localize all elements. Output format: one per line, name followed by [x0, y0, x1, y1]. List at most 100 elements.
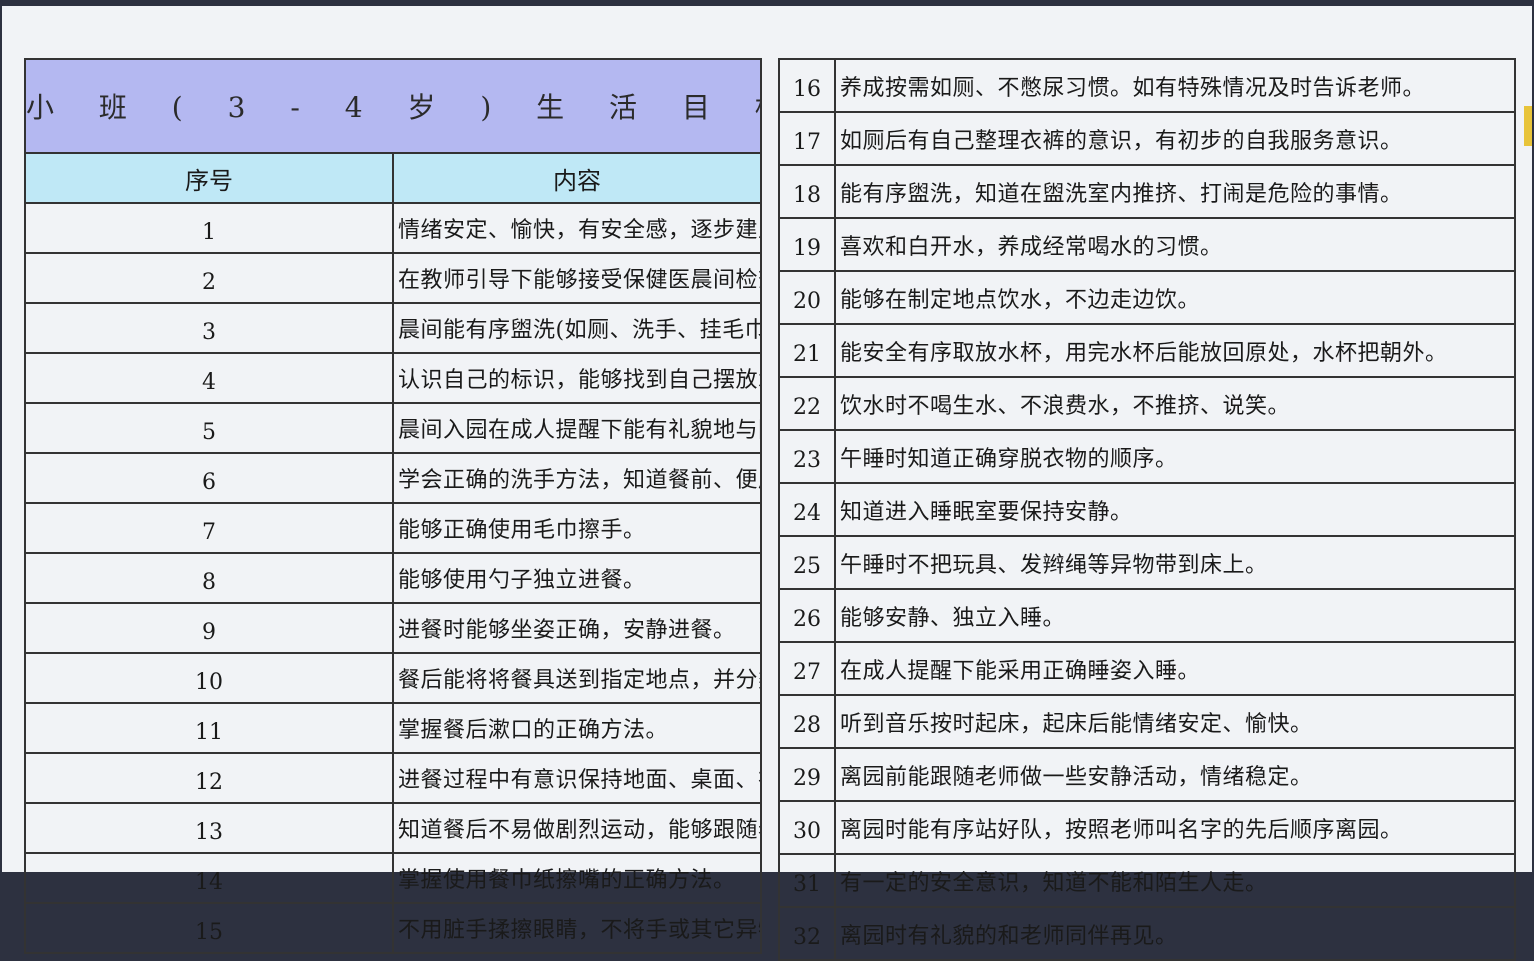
row-number: 4	[24, 352, 394, 404]
row-content: 能安全有序取放水杯，用完水杯后能放回原处，水杯把朝外。	[834, 323, 1516, 378]
right-goals-table: 16 养成按需如厕、不憋尿习惯。如有特殊情况及时告诉老师。 17 如厕后有自己整理衣裤…	[778, 58, 1516, 961]
row-number: 15	[24, 902, 394, 954]
row-content: 能有序盥洗，知道在盥洗室内推挤、打闹是危险的事情。	[834, 164, 1516, 219]
screen-edge-marker	[1524, 106, 1532, 146]
table-row: 17 如厕后有自己整理衣裤的意识，有初步的自我服务意识。	[778, 111, 1516, 166]
row-number: 23	[778, 429, 836, 484]
row-number: 18	[778, 164, 836, 219]
header-number: 序号	[24, 152, 394, 204]
table-row: 21 能安全有序取放水杯，用完水杯后能放回原处，水杯把朝外。	[778, 323, 1516, 378]
table-row: 5晨间入园在成人提醒下能有礼貌地与同伴、老师问好。	[24, 402, 762, 454]
table-row: 6学会正确的洗手方法，知道餐前、便后及手脏时要洗手。	[24, 452, 762, 504]
table-row: 29 离园前能跟随老师做一些安静活动，情绪稳定。	[778, 747, 1516, 802]
row-number: 16	[778, 58, 836, 113]
table-row: 19 喜欢和白开水，养成经常喝水的习惯。	[778, 217, 1516, 272]
row-content: 离园时能有序站好队，按照老师叫名字的先后顺序离园。	[834, 800, 1516, 855]
table-row: 20 能够在制定地点饮水，不边走边饮。	[778, 270, 1516, 325]
table-row: 25 午睡时不把玩具、发辫绳等异物带到床上。	[778, 535, 1516, 590]
row-number: 10	[24, 652, 394, 704]
row-content: 进餐过程中有意识保持地面、桌面、衣服整洁。	[392, 752, 762, 804]
row-content: 在教师引导下能够接受保健医晨间检查。	[392, 252, 762, 304]
row-content: 听到音乐按时起床，起床后能情绪安定、愉快。	[834, 694, 1516, 749]
row-content: 能够在制定地点饮水，不边走边饮。	[834, 270, 1516, 325]
row-content: 离园时有礼貌的和老师同伴再见。	[834, 906, 1516, 961]
header-content: 内容	[392, 152, 762, 204]
row-content: 能够正确使用毛巾擦手。	[392, 502, 762, 554]
table-row: 26 能够安静、独立入睡。	[778, 588, 1516, 643]
table-row: 2在教师引导下能够接受保健医晨间检查。	[24, 252, 762, 304]
left-goals-table: 小 班 ( 3 - 4 岁 ) 生 活 目 标 序号 内容 1 情绪安定、愉快，有…	[24, 58, 762, 954]
table-row: 24 知道进入睡眠室要保持安静。	[778, 482, 1516, 537]
table-row: 10餐后能将将餐具送到指定地点，并分类摆放。	[24, 652, 762, 704]
row-content: 学会正确的洗手方法，知道餐前、便后及手脏时要洗手。	[392, 452, 762, 504]
row-number: 26	[778, 588, 836, 643]
row-content: 晨间入园在成人提醒下能有礼貌地与同伴、老师问好。	[392, 402, 762, 454]
row-number: 31	[778, 853, 836, 908]
table-row: 14 掌握使用餐巾纸擦嘴的正确方法。	[24, 852, 762, 904]
table-title: 小 班 ( 3 - 4 岁 ) 生 活 目 标	[24, 58, 762, 154]
table-row: 13知道餐后不易做剧烈运动，能够跟随老师有序散步。	[24, 802, 762, 854]
row-number: 24	[778, 482, 836, 537]
row-number: 2	[24, 252, 394, 304]
row-content: 不用脏手揉擦眼睛，不将手或其它异物放入口鼻中。	[392, 902, 762, 954]
table-row: 16 养成按需如厕、不憋尿习惯。如有特殊情况及时告诉老师。	[778, 58, 1516, 113]
row-content: 离园前能跟随老师做一些安静活动，情绪稳定。	[834, 747, 1516, 802]
row-content: 认识自己的标识，能够找到自己摆放水杯、毛巾的位置。	[392, 352, 762, 404]
row-content: 知道进入睡眠室要保持安静。	[834, 482, 1516, 537]
table-row: 4认识自己的标识，能够找到自己摆放水杯、毛巾的位置。	[24, 352, 762, 404]
row-number: 20	[778, 270, 836, 325]
row-number: 30	[778, 800, 836, 855]
table-row: 23 午睡时知道正确穿脱衣物的顺序。	[778, 429, 1516, 484]
table-row: 9 进餐时能够坐姿正确，安静进餐。	[24, 602, 762, 654]
table-row: 27 在成人提醒下能采用正确睡姿入睡。	[778, 641, 1516, 696]
row-content: 午睡时不把玩具、发辫绳等异物带到床上。	[834, 535, 1516, 590]
table-row: 31 有一定的安全意识，知道不能和陌生人走。	[778, 853, 1516, 908]
row-content: 午睡时知道正确穿脱衣物的顺序。	[834, 429, 1516, 484]
row-content: 晨间能有序盥洗(如厕、洗手、挂毛巾、漱口、送水杯)。	[392, 302, 762, 354]
row-number: 14	[24, 852, 394, 904]
row-content: 养成按需如厕、不憋尿习惯。如有特殊情况及时告诉老师。	[834, 58, 1516, 113]
table-row: 3晨间能有序盥洗(如厕、洗手、挂毛巾、漱口、送水杯)。	[24, 302, 762, 354]
row-content: 饮水时不喝生水、不浪费水，不推挤、说笑。	[834, 376, 1516, 431]
row-content: 有一定的安全意识，知道不能和陌生人走。	[834, 853, 1516, 908]
table-row: 32 离园时有礼貌的和老师同伴再见。	[778, 906, 1516, 961]
table-row: 22 饮水时不喝生水、不浪费水，不推挤、说笑。	[778, 376, 1516, 431]
row-number: 25	[778, 535, 836, 590]
row-number: 21	[778, 323, 836, 378]
table-row: 7 能够正确使用毛巾擦手。	[24, 502, 762, 554]
row-content: 如厕后有自己整理衣裤的意识，有初步的自我服务意识。	[834, 111, 1516, 166]
row-number: 3	[24, 302, 394, 354]
row-number: 13	[24, 802, 394, 854]
table-row: 28 听到音乐按时起床，起床后能情绪安定、愉快。	[778, 694, 1516, 749]
row-content: 进餐时能够坐姿正确，安静进餐。	[392, 602, 762, 654]
table-row: 1情绪安定、愉快，有安全感，逐步建立与教师的依恋关系，适应幼儿园生活。	[24, 202, 762, 254]
row-number: 9	[24, 602, 394, 654]
row-number: 7	[24, 502, 394, 554]
row-content: 掌握使用餐巾纸擦嘴的正确方法。	[392, 852, 762, 904]
row-number: 29	[778, 747, 836, 802]
table-row: 8 能够使用勺子独立进餐。	[24, 552, 762, 604]
row-content: 能够使用勺子独立进餐。	[392, 552, 762, 604]
row-content: 能够安静、独立入睡。	[834, 588, 1516, 643]
row-number: 17	[778, 111, 836, 166]
table-row: 15不用脏手揉擦眼睛，不将手或其它异物放入口鼻中。	[24, 902, 762, 954]
row-number: 19	[778, 217, 836, 272]
row-content: 在成人提醒下能采用正确睡姿入睡。	[834, 641, 1516, 696]
row-number: 8	[24, 552, 394, 604]
row-content: 喜欢和白开水，养成经常喝水的习惯。	[834, 217, 1516, 272]
row-number: 11	[24, 702, 394, 754]
table-row: 12进餐过程中有意识保持地面、桌面、衣服整洁。	[24, 752, 762, 804]
row-number: 12	[24, 752, 394, 804]
row-content: 掌握餐后漱口的正确方法。	[392, 702, 762, 754]
row-content: 餐后能将将餐具送到指定地点，并分类摆放。	[392, 652, 762, 704]
row-number: 22	[778, 376, 836, 431]
table-row: 30 离园时能有序站好队，按照老师叫名字的先后顺序离园。	[778, 800, 1516, 855]
table-row: 18 能有序盥洗，知道在盥洗室内推挤、打闹是危险的事情。	[778, 164, 1516, 219]
row-content: 知道餐后不易做剧烈运动，能够跟随老师有序散步。	[392, 802, 762, 854]
table-row: 11 掌握餐后漱口的正确方法。	[24, 702, 762, 754]
row-number: 27	[778, 641, 836, 696]
row-number: 32	[778, 906, 836, 961]
row-content: 情绪安定、愉快，有安全感，逐步建立与教师的依恋关系，适应幼儿园生活。	[392, 202, 762, 254]
row-number: 28	[778, 694, 836, 749]
row-number: 1	[24, 202, 394, 254]
